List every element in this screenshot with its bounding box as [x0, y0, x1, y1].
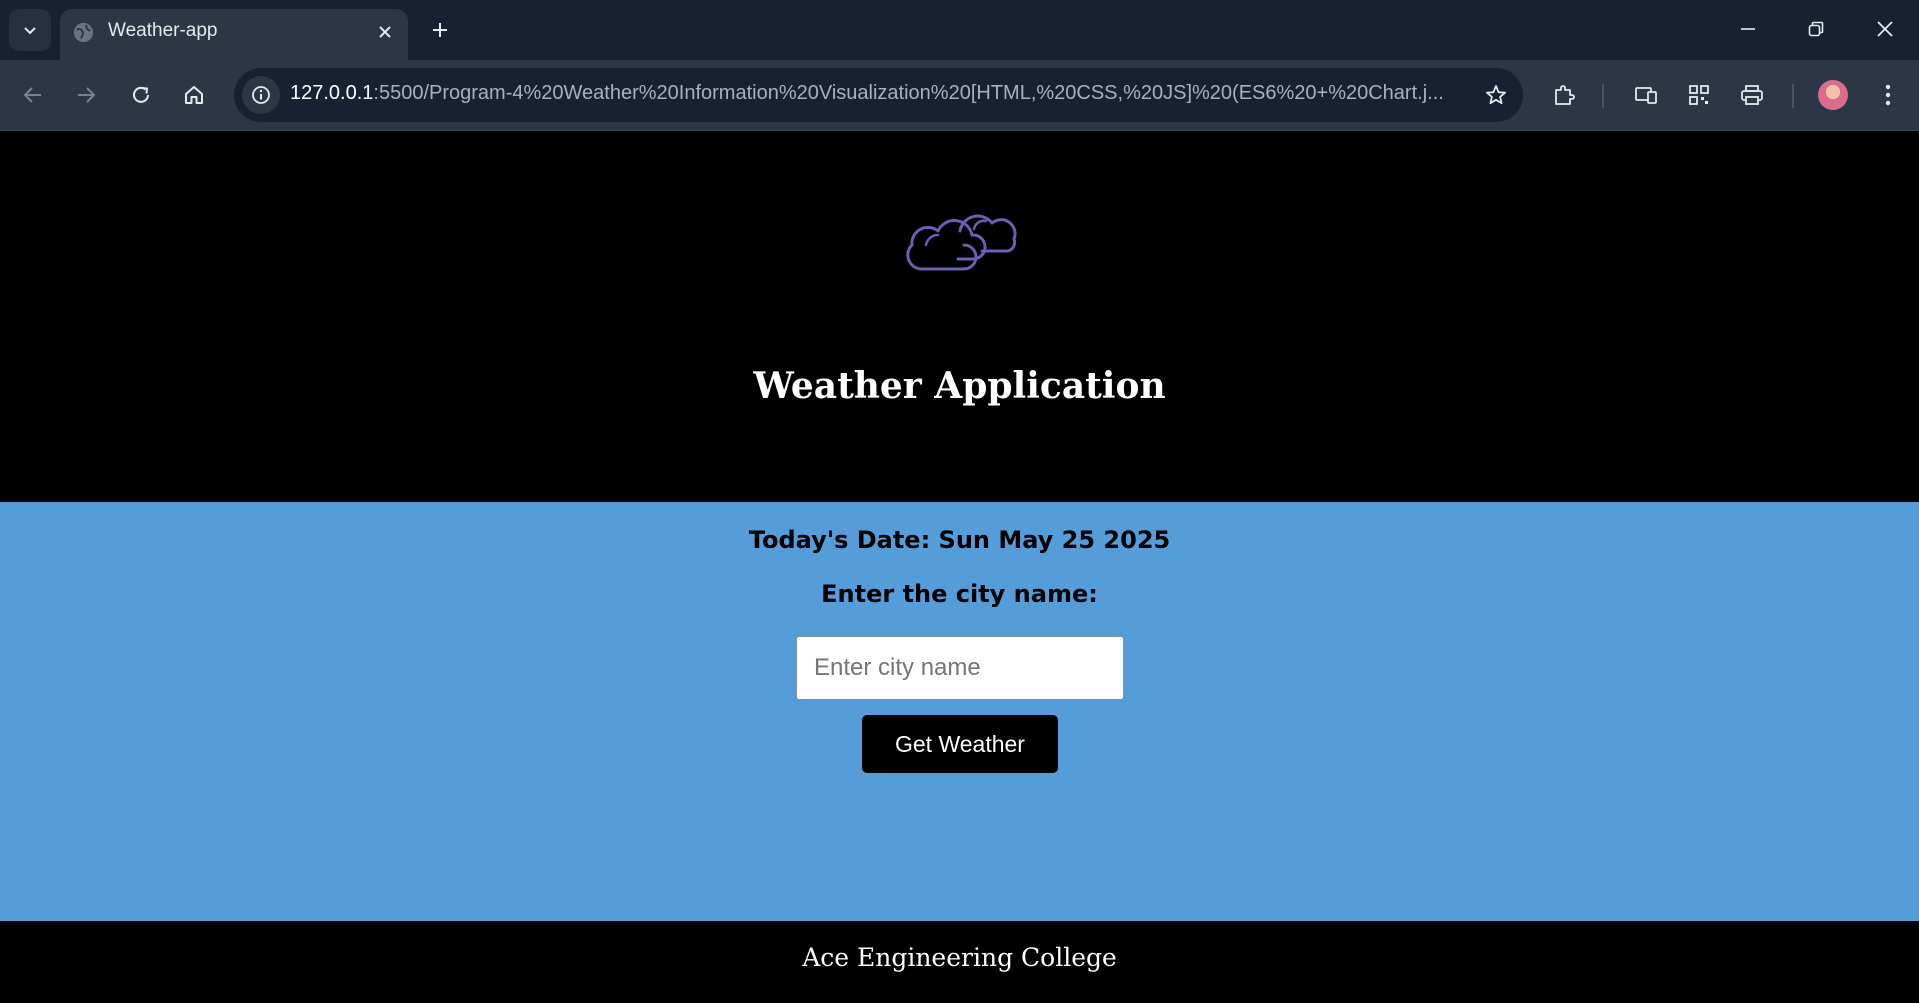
footer-text: Ace Engineering College: [802, 943, 1117, 972]
reload-button[interactable]: [120, 74, 162, 116]
printer-icon: [1741, 85, 1763, 105]
browser-tab[interactable]: Weather-app: [60, 9, 408, 60]
page-title: Weather Application: [753, 365, 1166, 407]
url-text[interactable]: 127.0.0.1:5500/Program-4%20Weather%20Inf…: [290, 82, 1444, 105]
info-icon: [252, 86, 270, 104]
browser-tab-bar: Weather-app: [0, 0, 1919, 60]
kebab-menu-icon: [1885, 84, 1891, 106]
tab-close-button[interactable]: [372, 19, 398, 45]
minimize-button[interactable]: [1720, 6, 1776, 52]
home-icon: [185, 86, 203, 104]
browser-menu-button[interactable]: [1867, 74, 1909, 116]
new-tab-button[interactable]: [424, 14, 456, 46]
footer: Ace Engineering College: [0, 921, 1919, 1003]
weather-form-section: Today's Date: Sun May 25 2025 Enter the …: [0, 502, 1919, 921]
devices-icon: [1635, 87, 1657, 104]
cloud-icon: [906, 214, 1017, 271]
get-weather-button[interactable]: Get Weather: [862, 715, 1058, 773]
arrow-right-icon: [78, 87, 96, 103]
plus-icon: [433, 23, 447, 37]
star-icon: [1486, 85, 1506, 105]
toolbar-divider: [1792, 84, 1794, 108]
close-icon: [379, 26, 391, 38]
web-page: Weather Application Today's Date: Sun Ma…: [0, 131, 1919, 1003]
header-section: Weather Application: [0, 131, 1919, 502]
minimize-icon: [1741, 28, 1755, 30]
tab-title: Weather-app: [108, 20, 218, 41]
back-button[interactable]: [12, 74, 54, 116]
close-window-button[interactable]: [1857, 6, 1913, 52]
address-bar[interactable]: 127.0.0.1:5500/Program-4%20Weather%20Inf…: [234, 68, 1523, 122]
browser-toolbar: 127.0.0.1:5500/Program-4%20Weather%20Inf…: [0, 60, 1919, 131]
bookmark-button[interactable]: [1481, 80, 1511, 110]
restore-button[interactable]: [1788, 6, 1844, 52]
print-button[interactable]: [1731, 74, 1773, 116]
restore-icon: [1808, 21, 1824, 37]
home-button[interactable]: [173, 74, 215, 116]
city-name-input[interactable]: [796, 636, 1124, 700]
forward-button[interactable]: [65, 74, 107, 116]
globe-icon: [73, 22, 94, 43]
puzzle-icon: [1555, 85, 1575, 105]
todays-date-text: Today's Date: Sun May 25 2025: [748, 526, 1171, 554]
reload-icon: [133, 86, 149, 103]
city-input-label: Enter the city name:: [821, 580, 1098, 608]
qr-code-button[interactable]: [1678, 74, 1720, 116]
close-icon: [1877, 21, 1893, 37]
arrow-left-icon: [23, 87, 41, 103]
url-path: :5500/Program-4%20Weather%20Information%…: [373, 82, 1444, 104]
chevron-down-icon: [24, 27, 36, 35]
tab-search-button[interactable]: [9, 9, 51, 51]
avatar[interactable]: [1818, 80, 1848, 110]
cast-button[interactable]: [1625, 74, 1667, 116]
extensions-button[interactable]: [1543, 74, 1585, 116]
qr-code-icon: [1689, 85, 1709, 105]
url-host: 127.0.0.1: [290, 82, 374, 104]
toolbar-divider: [1602, 84, 1604, 108]
site-info-button[interactable]: [242, 76, 280, 114]
